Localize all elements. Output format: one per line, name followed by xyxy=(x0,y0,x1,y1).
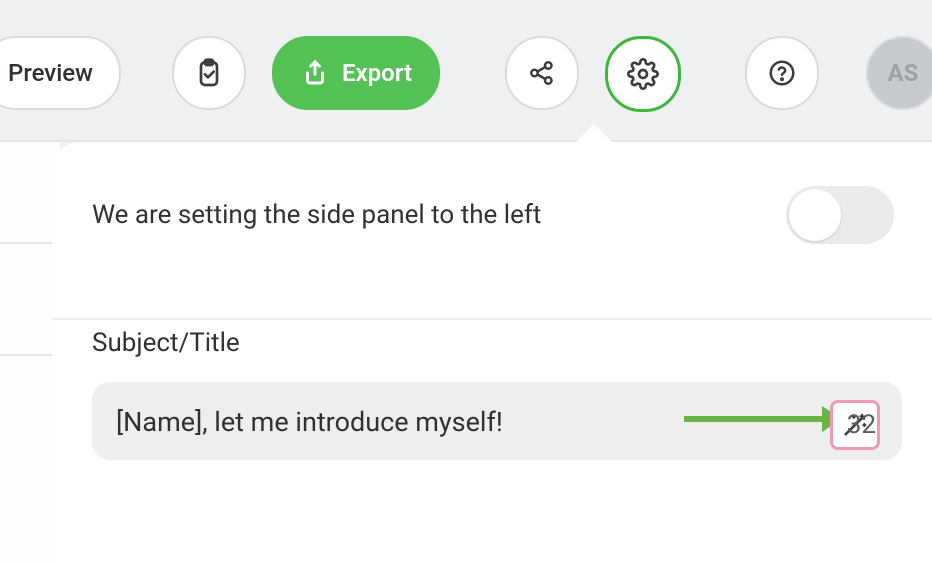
side-panel-toggle-label: We are setting the side panel to the lef… xyxy=(92,200,541,230)
subject-field[interactable]: [Name], let me introduce myself! 32 xyxy=(92,382,902,460)
question-icon xyxy=(767,58,797,88)
side-panel-toggle-row: We are setting the side panel to the lef… xyxy=(92,180,902,250)
toggle-knob xyxy=(789,189,841,241)
help-button[interactable] xyxy=(745,36,819,110)
export-icon xyxy=(300,58,330,88)
callout-arrow xyxy=(684,416,824,422)
share-button[interactable] xyxy=(505,36,579,110)
side-panel-toggle[interactable] xyxy=(786,186,894,244)
avatar[interactable]: AS xyxy=(866,36,932,110)
preview-button-label: Preview xyxy=(8,59,93,87)
preview-button[interactable]: Preview xyxy=(0,36,121,110)
divider xyxy=(52,318,932,320)
export-button[interactable]: Export xyxy=(272,36,440,110)
export-button-label: Export xyxy=(342,59,412,87)
subject-value: [Name], let me introduce myself! xyxy=(116,406,878,438)
avatar-initials: AS xyxy=(888,59,919,87)
gear-icon xyxy=(627,58,659,90)
top-toolbar: Preview Export xyxy=(0,0,932,142)
subject-char-count: 32 xyxy=(847,410,876,440)
settings-button[interactable] xyxy=(605,36,681,112)
clipboard-check-icon xyxy=(193,57,225,89)
background-page-rows xyxy=(0,130,60,562)
share-icon xyxy=(527,58,557,88)
subject-section-title: Subject/Title xyxy=(92,328,902,358)
settings-popover: We are setting the side panel to the lef… xyxy=(52,142,932,562)
clipboard-button[interactable] xyxy=(172,36,246,110)
